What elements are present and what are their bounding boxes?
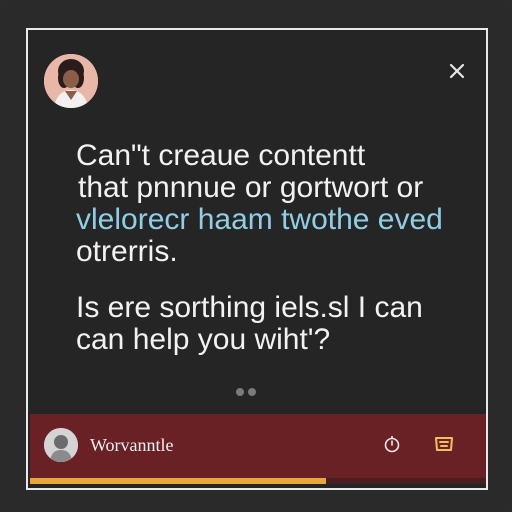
timer-glyph [384, 435, 400, 453]
card-glyph [435, 437, 453, 451]
message-card: Can"t creaue contentt that pnnnue or gor… [26, 28, 488, 490]
close-icon[interactable] [446, 60, 468, 82]
footer-label: Worvanntle [90, 435, 174, 455]
message-line-6: can help you wiht'? [76, 323, 331, 356]
message-text: Can"t creaue contentt that pnnnue or gor… [76, 140, 476, 356]
typing-dot [248, 388, 256, 396]
card-icon[interactable] [432, 432, 456, 456]
timer-icon[interactable] [382, 434, 402, 454]
typing-indicator [236, 388, 276, 398]
message-line-3: vlelorecr haam twothe eved [76, 204, 476, 236]
typing-dot [236, 388, 244, 396]
message-line-5: Is ere sorthing iels.sl I can [76, 291, 423, 324]
message-line-3-text: vlelorecr haam twothe eved [76, 203, 443, 236]
footer-bar: Worvanntle [30, 414, 486, 478]
avatar-illustration [44, 54, 98, 108]
progress-fill [30, 478, 327, 484]
message-line-1: Can"t creaue contentt [76, 139, 366, 172]
progress-bar [30, 478, 486, 484]
footer-avatar-illustration [44, 428, 78, 462]
modal-backdrop: Can"t creaue contentt that pnnnue or gor… [0, 0, 512, 512]
avatar-icon [44, 54, 98, 108]
close-x-glyph [449, 63, 465, 79]
message-line-4: otrerris. [76, 235, 178, 268]
footer-avatar-icon [44, 428, 78, 462]
message-line-2: that pnnnue or gortwort or [78, 171, 424, 204]
